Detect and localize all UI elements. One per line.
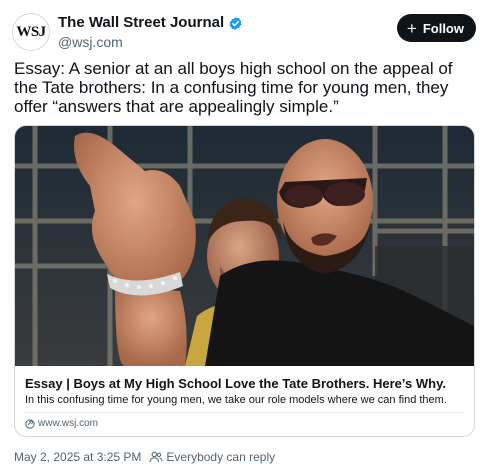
people-icon xyxy=(149,451,163,463)
follow-button[interactable]: + Follow xyxy=(396,14,476,42)
follow-label: Follow xyxy=(422,20,464,36)
card-description: In this confusing time for young men, we… xyxy=(25,394,447,406)
plus-icon: + xyxy=(406,18,417,38)
card-domain-text: www.wsj.com xyxy=(38,418,99,429)
post-footer: May 2, 2025 at 3:25 PM Everybody can rep… xyxy=(14,450,275,464)
verified-badge-icon xyxy=(229,16,242,30)
author-info: The Wall Street Journal @wsj.com xyxy=(58,14,243,51)
reply-setting: Everybody can reply xyxy=(166,450,276,464)
card-image[interactable] xyxy=(15,126,474,366)
card-title[interactable]: Essay | Boys at My High School Love the … xyxy=(25,376,446,391)
post-header: WSJ The Wall Street Journal @wsj.com + F… xyxy=(10,10,478,54)
handle[interactable]: @wsj.com xyxy=(58,33,243,51)
card-domain[interactable]: www.wsj.com xyxy=(25,418,98,429)
card-divider xyxy=(25,412,464,413)
display-name[interactable]: The Wall Street Journal xyxy=(58,14,224,32)
author-name-row[interactable]: The Wall Street Journal xyxy=(58,14,243,32)
timestamp[interactable]: May 2, 2025 at 3:25 PM xyxy=(14,450,141,464)
link-icon xyxy=(25,418,35,429)
link-card[interactable]: Essay | Boys at My High School Love the … xyxy=(14,125,475,437)
avatar[interactable]: WSJ xyxy=(12,13,50,51)
post-text: Essay: A senior at an all boys high scho… xyxy=(14,59,453,116)
